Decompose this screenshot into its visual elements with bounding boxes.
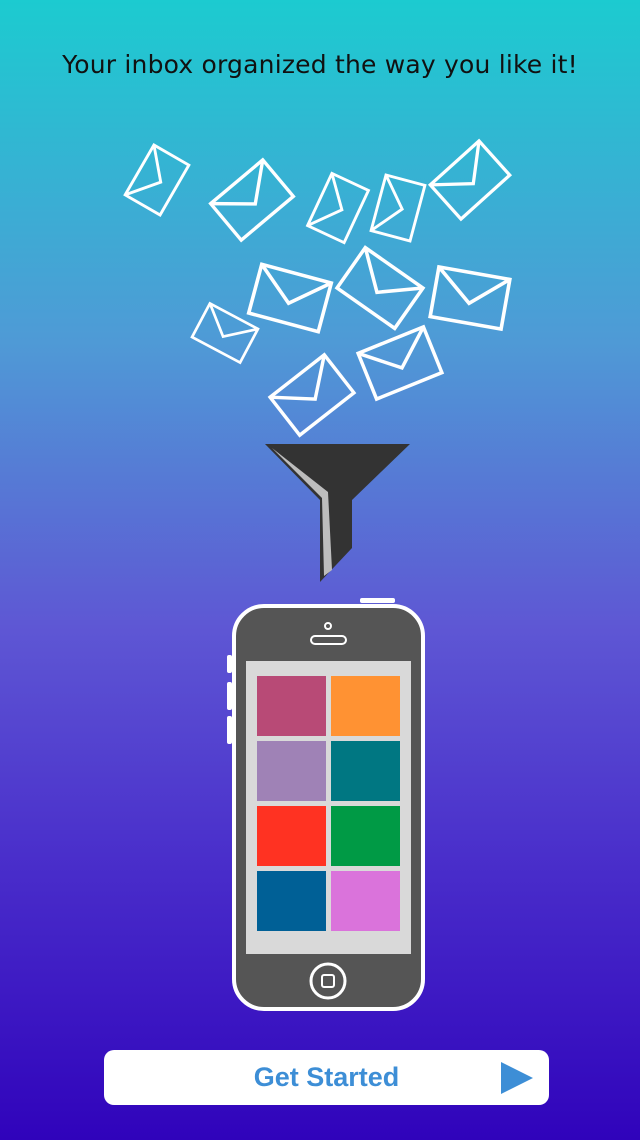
tile xyxy=(331,676,400,736)
illustration xyxy=(123,139,512,1011)
envelope-outline-icon xyxy=(428,265,512,331)
envelope-outline-icon xyxy=(268,353,356,437)
envelope-outline-icon xyxy=(428,139,512,221)
envelope-outline-icon xyxy=(306,171,370,245)
tile xyxy=(331,806,400,866)
envelope-outline-icon xyxy=(335,245,425,331)
funnel-icon xyxy=(265,444,410,582)
falling-envelopes xyxy=(123,139,512,437)
envelope-outline-icon xyxy=(208,158,296,242)
envelope-outline-icon xyxy=(246,262,334,334)
get-started-button[interactable]: Get Started xyxy=(104,1050,549,1105)
envelope-outline-icon xyxy=(356,325,444,401)
tile xyxy=(257,741,326,801)
tile xyxy=(257,871,326,931)
envelope-outline-icon xyxy=(123,143,191,217)
home-button xyxy=(309,962,347,1000)
envelope-outline-icon xyxy=(369,173,427,243)
tile xyxy=(257,806,326,866)
play-arrow-icon xyxy=(501,1062,533,1094)
onboarding-screen: { "onboarding": { "tagline": "Your inbox… xyxy=(0,0,640,1140)
get-started-label: Get Started xyxy=(253,1062,400,1092)
tile xyxy=(331,741,400,801)
tile xyxy=(331,871,400,931)
tile xyxy=(257,676,326,736)
smartphone-icon xyxy=(227,598,425,1011)
